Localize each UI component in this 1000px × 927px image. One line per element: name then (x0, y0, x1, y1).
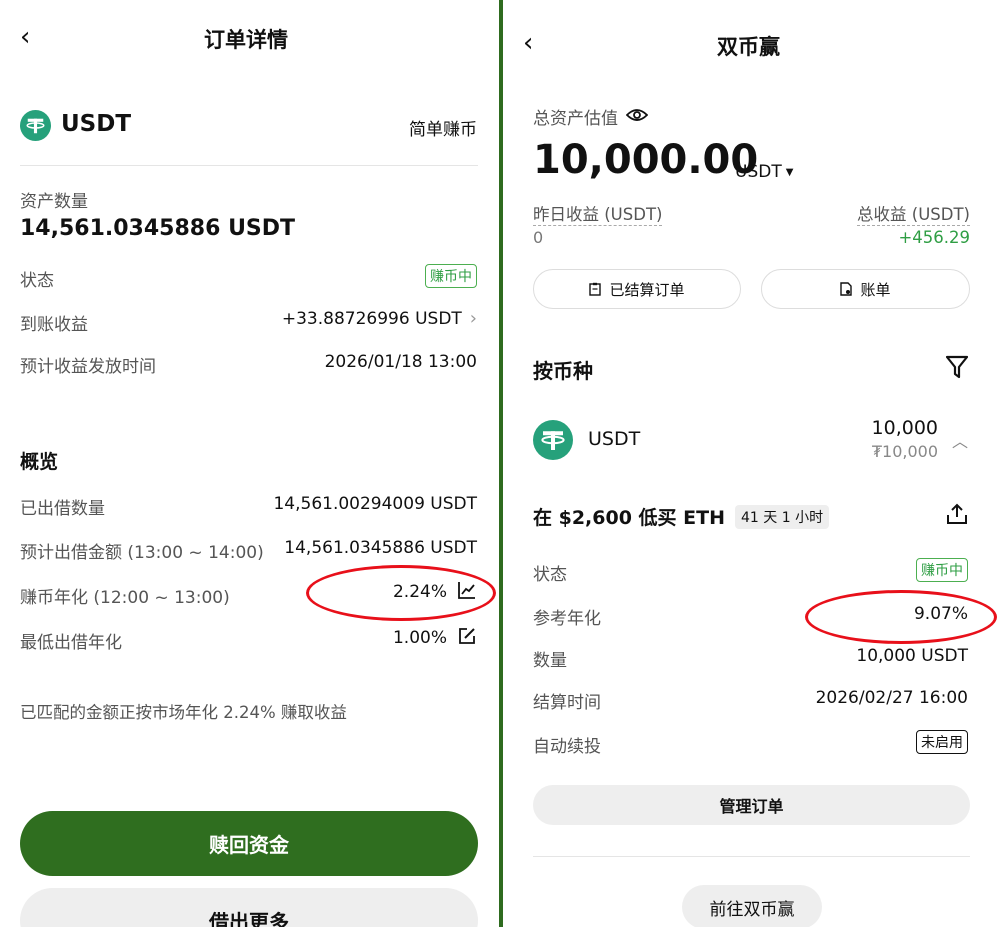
document-icon (840, 282, 853, 296)
currency-unit: USDT (735, 162, 782, 182)
lent-amount-value: 14,561.00294009 USDT (273, 494, 477, 514)
section-title: 按币种 (533, 359, 593, 383)
tether-coin-icon (533, 420, 573, 460)
status-badge: 赚币中 (425, 264, 477, 288)
min-apr-row: 1.00% (393, 626, 477, 650)
order-status-label: 状态 (533, 565, 567, 585)
bill-label: 账单 (860, 280, 891, 299)
earnings-value: +33.88726996 USDT (281, 308, 462, 329)
total-earnings-value: +456.29 (898, 228, 970, 247)
duration-badge: 41 天 1 小时 (735, 504, 830, 529)
coin-symbol: USDT (588, 428, 641, 450)
share-icon[interactable] (946, 503, 968, 529)
yesterday-earnings-value: 0 (533, 228, 544, 247)
caret-down-icon: ▼ (785, 166, 794, 178)
redeem-button[interactable]: 赎回资金 (20, 811, 478, 876)
page-title: 双币赢 (717, 35, 780, 59)
total-assets-label-row: 总资产估值 (533, 104, 649, 129)
asset-symbol: USDT (61, 111, 132, 137)
divider (533, 856, 970, 857)
amount-value: 10,000 USDT (856, 646, 968, 666)
earnings-row-link[interactable]: +33.88726996 USDT › (282, 308, 477, 329)
apr-label: 赚币年化 (12:00 ~ 13:00) (20, 588, 230, 608)
coin-amount: 10,000 (871, 417, 938, 439)
lent-amount-label: 已出借数量 (20, 499, 105, 519)
highlight-ellipse (306, 565, 496, 621)
matched-note: 已匹配的金额正按市场年化 2.24% 赚取收益 (20, 703, 347, 722)
highlight-ellipse (805, 590, 997, 644)
order-status-badge: 赚币中 (916, 558, 968, 582)
settled-orders-button[interactable]: 已结算订单 (533, 269, 741, 309)
earnings-label: 到账收益 (20, 315, 88, 335)
settlement-time-value: 2026/02/27 16:00 (815, 688, 968, 708)
settled-orders-label: 已结算订单 (609, 280, 685, 299)
yesterday-earnings-label[interactable]: 昨日收益 (USDT) (533, 201, 663, 226)
order-title: 在 $2,600 低买 ETH (533, 507, 726, 529)
settlement-time-label: 结算时间 (533, 693, 601, 713)
min-apr-label: 最低出借年化 (20, 633, 122, 653)
chevron-up-icon[interactable]: ︿ (952, 428, 968, 452)
expected-lend-label: 预计出借金额 (13:00 ~ 14:00) (20, 543, 264, 563)
auto-reinvest-badge[interactable]: 未启用 (916, 730, 968, 754)
order-title-row: 在 $2,600 低买 ETH 41 天 1 小时 (533, 503, 830, 530)
filter-icon[interactable] (945, 355, 969, 383)
bill-button[interactable]: 账单 (761, 269, 970, 309)
payout-time-label: 预计收益发放时间 (20, 357, 156, 377)
status-label: 状态 (20, 271, 54, 291)
total-assets-value: 10,000.00 (533, 137, 759, 183)
eye-icon[interactable] (625, 107, 649, 127)
coin-fiat-amount: ₮10,000 (871, 442, 938, 461)
order-detail-panel: ‹ 订单详情 USDT 简单赚币 资产数量 14,561.0345886 USD… (0, 0, 499, 927)
dual-currency-panel: ‹ 双币赢 总资产估值 10,000.00 USDT ▼ 昨日收益 (USDT)… (503, 0, 1000, 927)
lend-more-button[interactable]: 借出更多 (20, 888, 478, 927)
min-apr-value: 1.00% (392, 628, 447, 648)
payout-time-value: 2026/01/18 13:00 (324, 352, 477, 372)
total-earnings-label[interactable]: 总收益 (USDT) (857, 201, 970, 226)
goto-dual-currency-button[interactable]: 前往双币赢 (682, 885, 822, 927)
quantity-value: 14,561.0345886 USDT (20, 216, 296, 241)
expected-lend-value: 14,561.0345886 USDT (284, 538, 477, 558)
manage-order-button[interactable]: 管理订单 (533, 785, 970, 825)
reference-apr-label: 参考年化 (533, 609, 601, 629)
tether-coin-icon (20, 110, 51, 141)
edit-icon[interactable] (457, 626, 477, 650)
total-assets-label: 总资产估值 (533, 109, 618, 129)
quantity-label: 资产数量 (20, 192, 88, 212)
currency-selector[interactable]: USDT ▼ (735, 162, 793, 182)
chevron-right-icon: › (469, 308, 477, 329)
overview-title: 概览 (20, 451, 59, 473)
page-title: 订单详情 (204, 28, 288, 52)
back-arrow-icon[interactable]: ‹ (523, 28, 533, 58)
divider (20, 165, 478, 166)
auto-reinvest-label: 自动续投 (533, 737, 601, 757)
amount-label: 数量 (533, 651, 567, 671)
back-arrow-icon[interactable]: ‹ (20, 22, 30, 52)
product-type: 简单赚币 (409, 120, 477, 140)
clipboard-icon (589, 282, 602, 296)
